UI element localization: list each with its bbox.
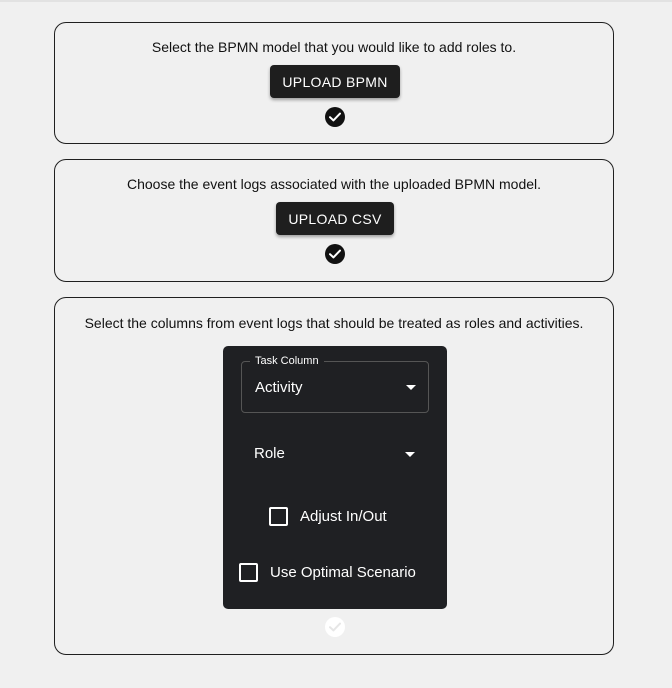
upload-csv-button[interactable]: UPLOAD CSV (276, 202, 394, 235)
upload-csv-instruction: Choose the event logs associated with th… (126, 176, 542, 192)
column-selection-panel: Task Column Activity Role Adjust In/Out … (223, 346, 447, 609)
column-selection-instruction: Select the columns from event logs that … (84, 315, 584, 331)
check-circle-icon (325, 107, 345, 127)
task-column-label: Task Column (250, 355, 324, 367)
page-top-divider (0, 0, 672, 2)
checkmark-icon (329, 112, 341, 122)
upload-csv-card: Choose the event logs associated with th… (54, 159, 614, 282)
check-circle-icon (325, 617, 345, 637)
role-column-select[interactable]: Role (241, 439, 429, 469)
chevron-down-icon (405, 452, 415, 457)
role-column-value: Role (254, 445, 285, 462)
task-column-select[interactable]: Task Column Activity (241, 355, 429, 413)
use-optimal-scenario-option[interactable]: Use Optimal Scenario (239, 563, 416, 582)
check-circle-icon (325, 244, 345, 264)
use-optimal-scenario-label: Use Optimal Scenario (270, 563, 416, 581)
chevron-down-icon (406, 385, 416, 390)
adjust-in-out-option[interactable]: Adjust In/Out (269, 507, 387, 526)
adjust-in-out-label: Adjust In/Out (300, 507, 387, 525)
checkmark-icon (329, 622, 341, 632)
upload-bpmn-card: Select the BPMN model that you would lik… (54, 22, 614, 144)
use-optimal-scenario-checkbox[interactable] (239, 563, 258, 582)
adjust-in-out-checkbox[interactable] (269, 507, 288, 526)
upload-bpmn-instruction: Select the BPMN model that you would lik… (151, 39, 517, 55)
upload-bpmn-button[interactable]: UPLOAD BPMN (270, 65, 400, 98)
checkmark-icon (329, 249, 341, 259)
task-column-value: Activity (255, 379, 303, 396)
column-selection-card: Select the columns from event logs that … (54, 297, 614, 655)
